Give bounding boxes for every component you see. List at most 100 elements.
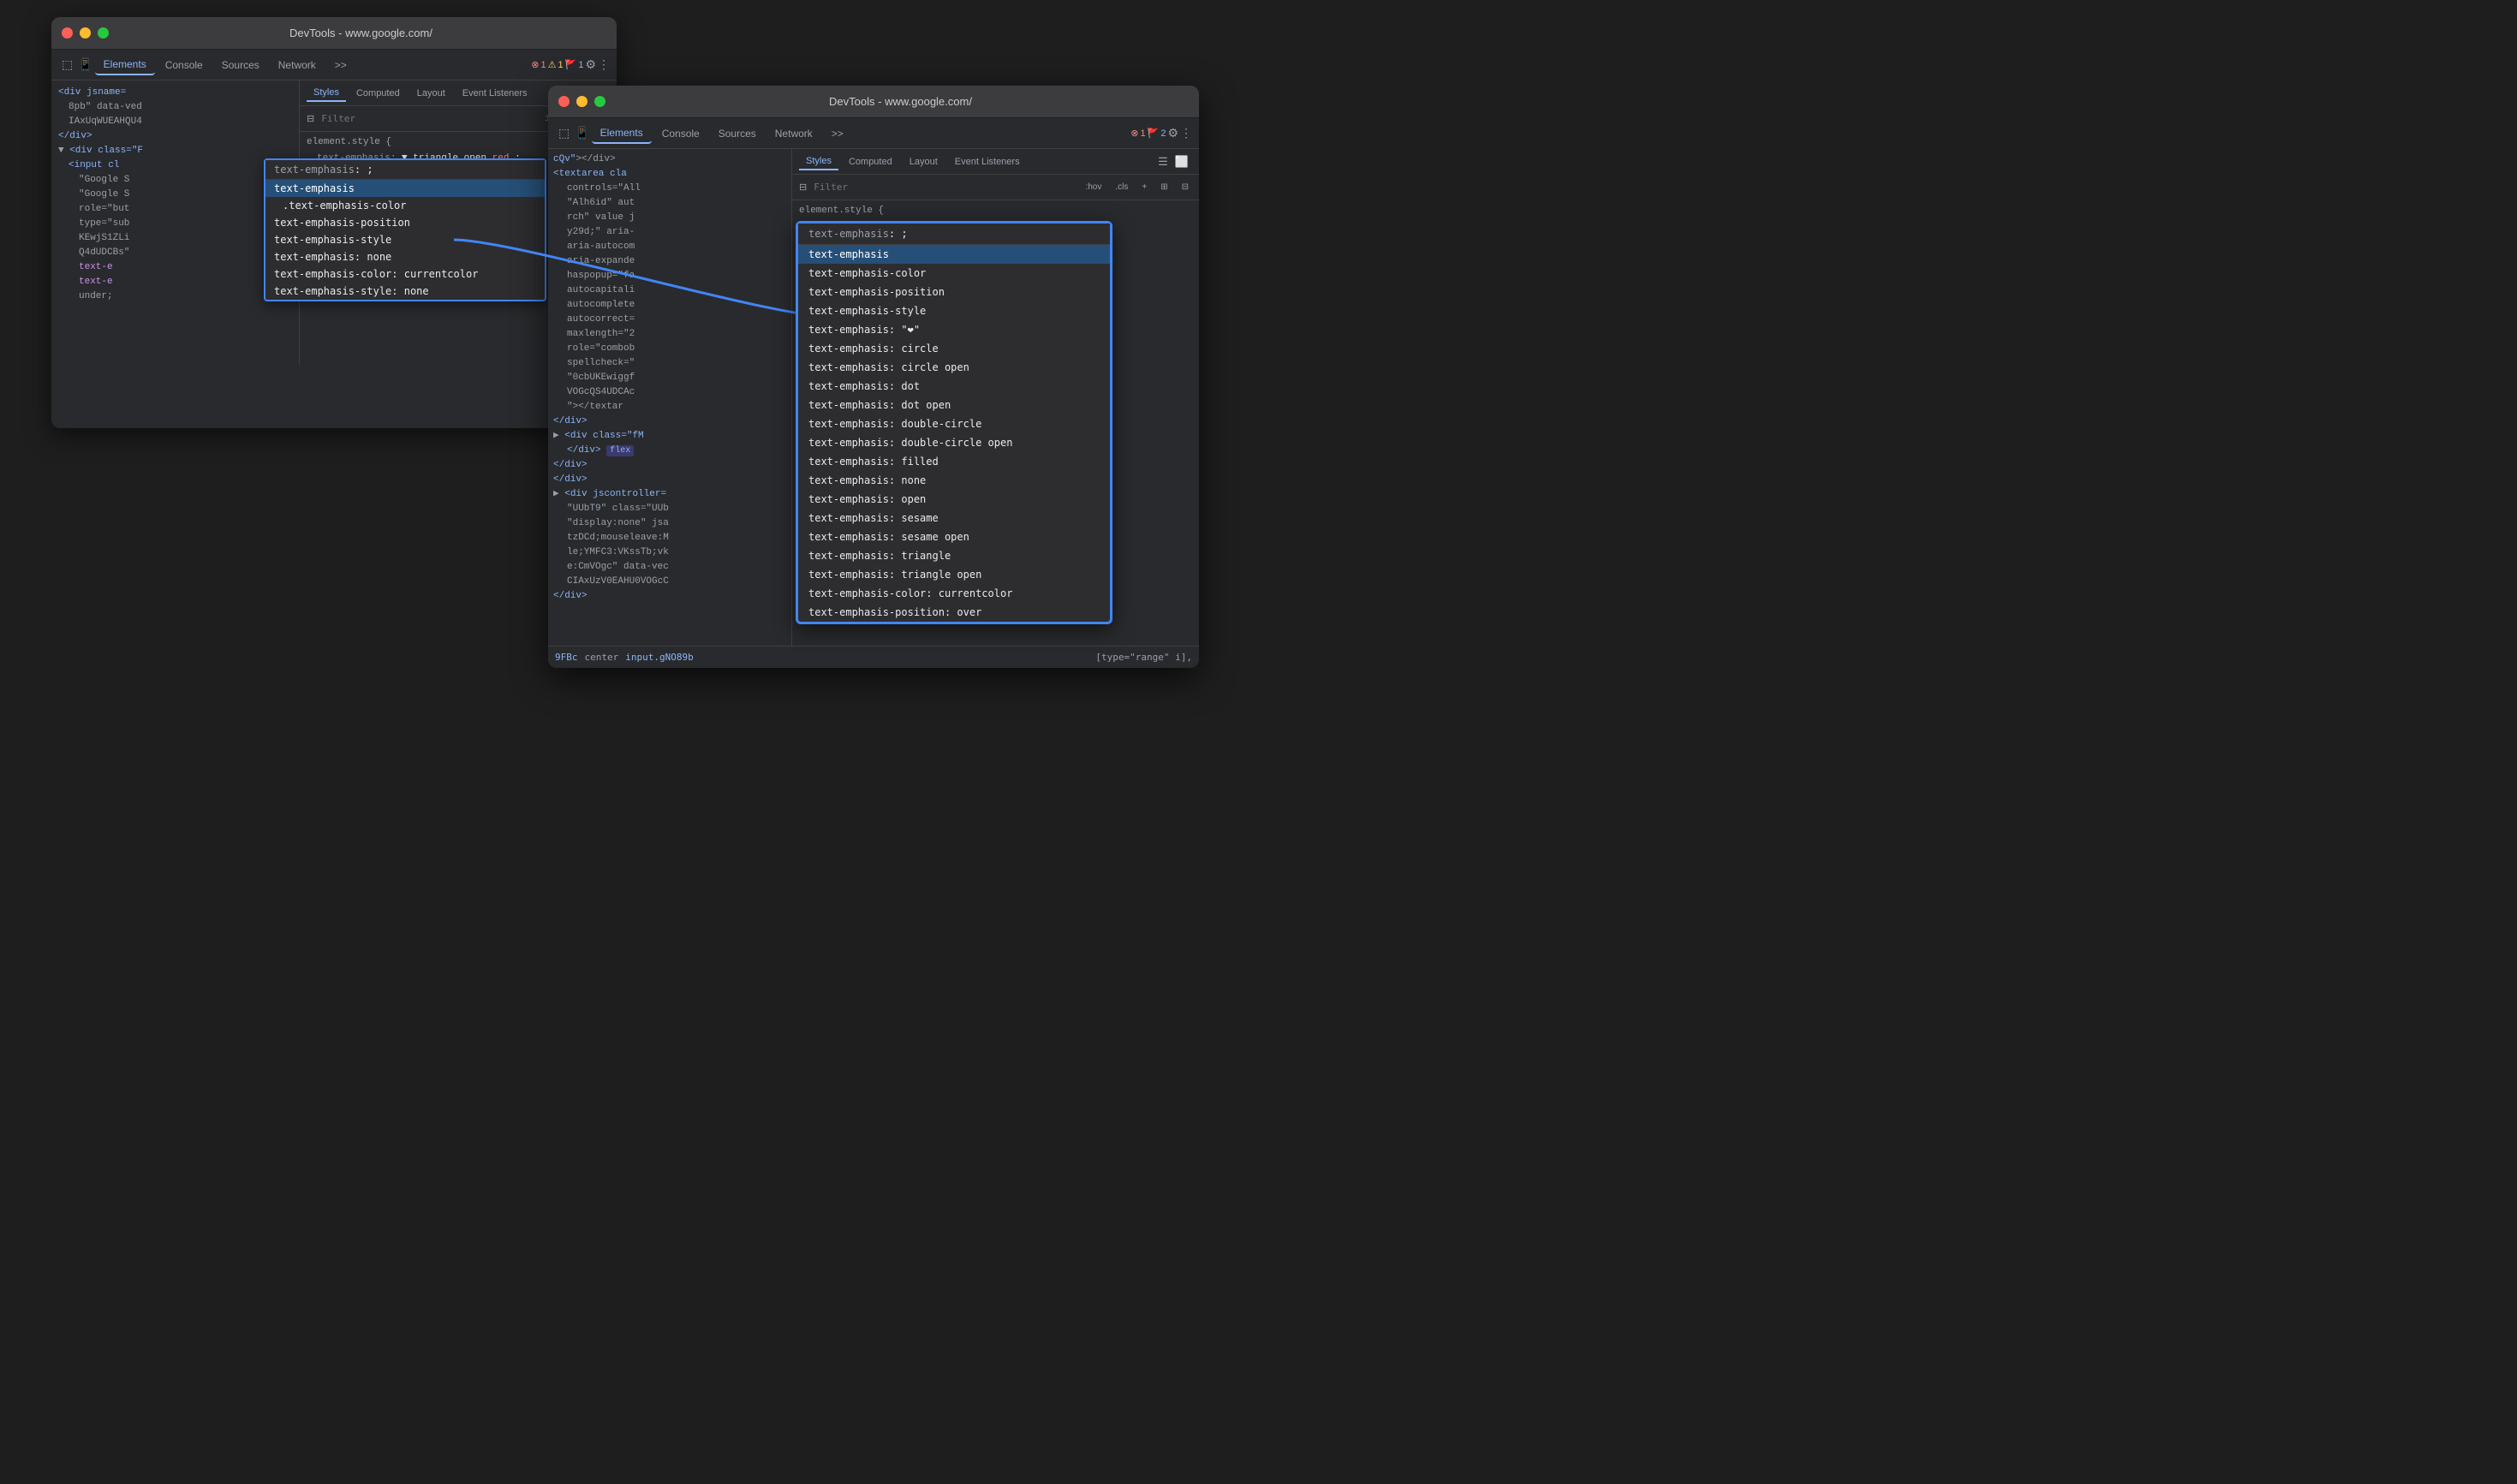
main-ac-item-9[interactable]: text-emphasis: double-circle <box>798 414 1110 433</box>
main-ac-item-7[interactable]: text-emphasis: dot <box>798 377 1110 396</box>
main-more-icon[interactable]: ⋮ <box>1180 126 1192 140</box>
main-ac-item-3[interactable]: text-emphasis-style <box>798 301 1110 320</box>
main-tab-console[interactable]: Console <box>653 124 708 143</box>
maximize-button[interactable] <box>98 27 109 39</box>
main-device-icon[interactable]: 📱 <box>575 126 589 140</box>
main-ac-item-10[interactable]: text-emphasis: double-circle open <box>798 433 1110 452</box>
bg-tab-console[interactable]: Console <box>157 56 212 74</box>
bg-info-badge: 🚩 1 <box>565 59 584 70</box>
bg-dom-panel: <div jsname= 8pb" data-ved IAxUqWUEAHQU4… <box>51 80 300 365</box>
main-ac-item-16[interactable]: text-emphasis: triangle <box>798 546 1110 565</box>
main-tab-network[interactable]: Network <box>766 124 821 143</box>
main-tab-sources[interactable]: Sources <box>710 124 765 143</box>
main-subtab-layout[interactable]: Layout <box>903 154 945 170</box>
device-icon[interactable]: 📱 <box>78 57 92 72</box>
main-ac-item-0[interactable]: text-emphasis <box>798 245 1110 264</box>
bg-dom-content: <div jsname= 8pb" data-ved IAxUqWUEAHQU4… <box>51 80 299 309</box>
main-styles-icon-1[interactable]: ☰ <box>1158 155 1168 169</box>
bg-filter-input[interactable] <box>321 113 534 124</box>
main-ac-item-13[interactable]: text-emphasis: open <box>798 490 1110 509</box>
bg-tab-elements[interactable]: Elements <box>95 55 155 75</box>
main-subtab-computed[interactable]: Computed <box>842 154 899 170</box>
main-tab-elements[interactable]: Elements <box>592 123 652 144</box>
main-ac-item-12[interactable]: text-emphasis: none <box>798 471 1110 490</box>
bg-settings-icon[interactable]: ⚙ <box>585 57 596 72</box>
main-autocomplete-dropdown: text-emphasis: ; text-emphasis text-emph… <box>796 221 1112 624</box>
bg-titlebar: DevTools - www.google.com/ <box>51 17 617 50</box>
main-devtools-tabs: ⬚ 📱 Elements Console Sources Network >> … <box>548 118 1199 149</box>
error-icon: ⊗ <box>531 59 539 70</box>
main-ac-item-19[interactable]: text-emphasis-position: over <box>798 603 1110 622</box>
main-settings-icon[interactable]: ⚙ <box>1167 126 1178 140</box>
main-window-title: DevTools - www.google.com/ <box>612 95 1189 108</box>
main-tab-more[interactable]: >> <box>823 124 852 143</box>
main-ac-item-6[interactable]: text-emphasis: circle open <box>798 358 1110 377</box>
main-layout-btn[interactable]: ⊞ <box>1157 181 1171 194</box>
main-dom-content: cQv"></div> <textarea cla controls="All … <box>548 149 791 607</box>
main-bottom-extra: [type="range" i], <box>1095 652 1192 663</box>
autocomplete-item-0[interactable]: text-emphasis <box>265 180 545 197</box>
bg-window-title: DevTools - www.google.com/ <box>116 27 606 39</box>
main-filter-bar: ⊟ :hov .cls + ⊞ ⊟ <box>792 175 1199 200</box>
main-subtab-styles[interactable]: Styles <box>799 153 838 170</box>
main-bottom-bar: 9FBc center input.gNO89b [type="range" i… <box>548 646 1199 668</box>
main-tab-icons: ⬚ 📱 <box>558 126 590 140</box>
main-inspect-icon[interactable]: ⬚ <box>558 126 570 140</box>
main-add-btn[interactable]: + <box>1138 181 1150 194</box>
main-filter-input[interactable] <box>814 182 1075 193</box>
main-info-icon: 🚩 <box>1148 128 1160 139</box>
autocomplete-item-1[interactable]: .text-emphasis-color <box>265 197 545 214</box>
bg-tab-sources[interactable]: Sources <box>213 56 268 74</box>
inspect-icon[interactable]: ⬚ <box>62 57 73 72</box>
bg-tab-icons: ⬚ 📱 <box>62 57 93 72</box>
main-maximize-button[interactable] <box>594 96 605 107</box>
bg-devtools-tabs: ⬚ 📱 Elements Console Sources Network >> … <box>51 50 617 80</box>
minimize-button[interactable] <box>80 27 91 39</box>
main-info-badge: 🚩 2 <box>1148 128 1166 139</box>
main-ac-item-18[interactable]: text-emphasis-color: currentcolor <box>798 584 1110 603</box>
main-ac-item-2[interactable]: text-emphasis-position <box>798 283 1110 301</box>
main-ac-item-4[interactable]: text-emphasis: "❤" <box>798 320 1110 339</box>
main-minimize-button[interactable] <box>576 96 587 107</box>
main-ac-item-11[interactable]: text-emphasis: filled <box>798 452 1110 471</box>
bg-tab-network[interactable]: Network <box>270 56 325 74</box>
bg-tab-more[interactable]: >> <box>326 56 355 74</box>
main-styles-tabs: Styles Computed Layout Event Listeners ☰… <box>792 149 1199 175</box>
bg-subtab-styles[interactable]: Styles <box>307 85 346 102</box>
main-element-style-header: element.style { <box>799 204 1192 218</box>
main-computed-btn[interactable]: ⊟ <box>1178 181 1192 194</box>
bg-subtab-layout[interactable]: Layout <box>410 86 452 101</box>
main-ac-item-14[interactable]: text-emphasis: sesame <box>798 509 1110 527</box>
bg-warn-badge: ⚠ 1 <box>548 59 564 70</box>
main-hov-btn[interactable]: :hov <box>1082 181 1105 194</box>
main-cls-btn[interactable]: .cls <box>1112 181 1131 194</box>
main-error-icon: ⊗ <box>1130 128 1138 139</box>
main-breadcrumb-1[interactable]: center <box>585 652 619 663</box>
main-hash: 9FBc <box>555 652 578 663</box>
warn-icon: ⚠ <box>548 59 557 70</box>
autocomplete-item-5[interactable]: text-emphasis-color: currentcolor <box>265 265 545 283</box>
main-breadcrumb-2[interactable]: input.gNO89b <box>625 652 693 663</box>
close-button[interactable] <box>62 27 73 39</box>
bg-subtab-events[interactable]: Event Listeners <box>456 86 534 101</box>
main-ac-item-17[interactable]: text-emphasis: triangle open <box>798 565 1110 584</box>
main-ac-item-15[interactable]: text-emphasis: sesame open <box>798 527 1110 546</box>
bg-subtab-computed[interactable]: Computed <box>349 86 407 101</box>
autocomplete-item-6[interactable]: text-emphasis-style: none <box>265 283 545 300</box>
main-filter-icon: ⊟ <box>799 182 807 193</box>
main-ac-item-1[interactable]: text-emphasis-color <box>798 264 1110 283</box>
info-icon: 🚩 <box>565 59 577 70</box>
main-close-button[interactable] <box>558 96 570 107</box>
main-titlebar: DevTools - www.google.com/ <box>548 86 1199 118</box>
main-subtab-events[interactable]: Event Listeners <box>948 154 1027 170</box>
autocomplete-item-4[interactable]: text-emphasis: none <box>265 248 545 265</box>
autocomplete-item-2[interactable]: text-emphasis-position <box>265 214 545 231</box>
main-autocomplete-header: text-emphasis: ; <box>798 223 1110 245</box>
main-ac-item-5[interactable]: text-emphasis: circle <box>798 339 1110 358</box>
main-dom-panel: cQv"></div> <textarea cla controls="All … <box>548 149 792 646</box>
autocomplete-item-3[interactable]: text-emphasis-style <box>265 231 545 248</box>
bg-autocomplete-dropdown: text-emphasis: ; text-emphasis .text-emp… <box>264 158 546 301</box>
main-ac-item-8[interactable]: text-emphasis: dot open <box>798 396 1110 414</box>
bg-more-icon[interactable]: ⋮ <box>598 57 610 72</box>
main-styles-icon-2[interactable]: ⬜ <box>1175 155 1189 169</box>
